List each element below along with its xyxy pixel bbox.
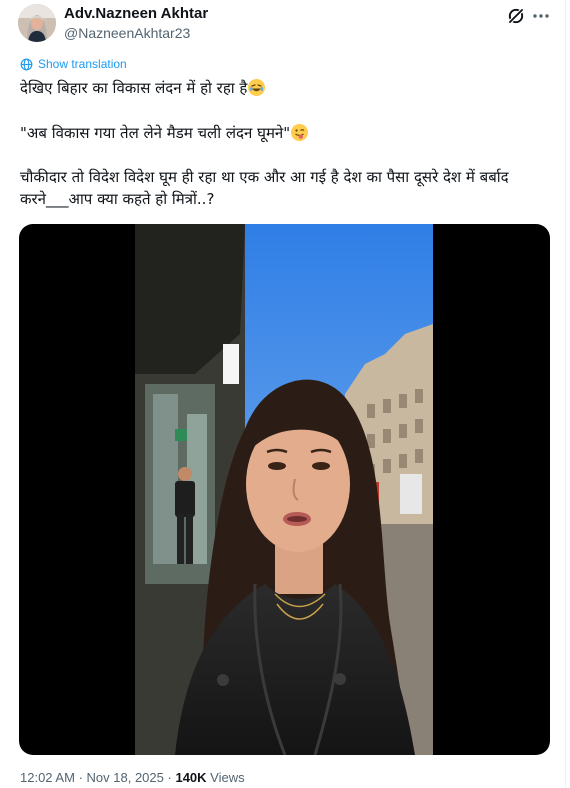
meta-separator: · (78, 770, 83, 785)
tweet-time[interactable]: 12:02 AM (20, 770, 75, 785)
tweet-text-line: देखिए बिहार का विकास लंदन में हो रहा है (20, 77, 266, 99)
views-label: Views (210, 770, 245, 785)
winking-tongue-emoji-icon (291, 124, 309, 141)
tweet-card: Adv.Nazneen Akhtar @NazneenAkhtar23 Show… (0, 0, 566, 788)
tweet-text-paragraph: चौकीदार तो विदेश विदेश घूम ही रहा था एक … (20, 168, 509, 208)
grok-icon[interactable] (506, 6, 526, 26)
translate-globe-icon (20, 58, 33, 70)
tweet-text-line-1: देखिए बिहार का विकास लंदन में हो रहा है (20, 79, 248, 97)
tweet-meta: 12:02 AM · Nov 18, 2025 · 140K Views (20, 770, 245, 785)
video-player[interactable] (19, 224, 550, 755)
more-icon[interactable] (532, 6, 550, 26)
avatar-image (18, 4, 56, 42)
tweet-date[interactable]: Nov 18, 2025 (87, 770, 164, 785)
views-count[interactable]: 140K (175, 770, 206, 785)
meta-separator: · (167, 770, 172, 785)
video-thumbnail (135, 224, 433, 755)
tweet-text-line: "अब विकास गया तेल लेने मैडम चली लंदन घूम… (20, 122, 309, 144)
show-translation-label: Show translation (38, 57, 127, 71)
rofl-emoji-icon (248, 79, 266, 96)
show-translation-link[interactable]: Show translation (20, 57, 127, 71)
avatar[interactable] (18, 4, 56, 42)
video-frame[interactable] (135, 224, 433, 755)
author-handle[interactable]: @NazneenAkhtar23 (64, 25, 190, 41)
author-name[interactable]: Adv.Nazneen Akhtar (64, 5, 208, 22)
tweet-text-line-2: "अब विकास गया तेल लेने मैडम चली लंदन घूम… (20, 124, 291, 142)
